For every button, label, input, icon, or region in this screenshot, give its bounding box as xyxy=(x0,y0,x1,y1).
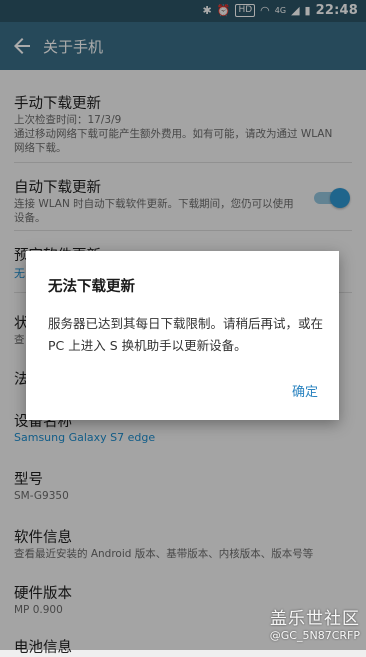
watermark-brand: 盖乐世社区 xyxy=(270,609,360,629)
error-dialog: 无法下载更新 服务器已达到其每日下载限制。请稍后再试，或在 PC 上进入 S 换… xyxy=(26,251,339,420)
watermark: 盖乐世社区 @GC_5N87CRFP xyxy=(270,604,360,642)
dialog-message: 服务器已达到其每日下载限制。请稍后再试，或在 PC 上进入 S 换机助手以更新设… xyxy=(48,316,324,353)
ok-button[interactable]: 确定 xyxy=(292,381,318,400)
watermark-user: @GC_5N87CRFP xyxy=(269,629,360,642)
dialog-title: 无法下载更新 xyxy=(48,279,135,295)
